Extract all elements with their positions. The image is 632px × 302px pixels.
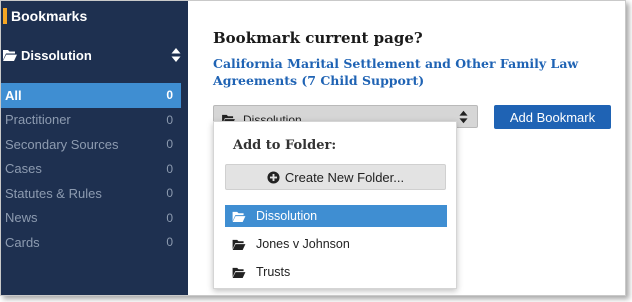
folder-open-icon xyxy=(232,267,246,278)
dropdown-title: Add to Folder: xyxy=(233,138,337,153)
sidebar-item-count: 0 xyxy=(166,235,173,250)
sidebar-item-count: 0 xyxy=(166,186,173,201)
create-new-folder-button[interactable]: Create New Folder... xyxy=(225,164,446,190)
folder-option-label: Trusts xyxy=(256,265,291,279)
sidebar-item-practitioner[interactable]: Practitioner 0 xyxy=(1,108,181,133)
folder-option-label: Dissolution xyxy=(256,209,318,223)
sidebar-item-statutes-rules[interactable]: Statutes & Rules 0 xyxy=(1,181,181,206)
dialog-heading: Bookmark current page? xyxy=(213,29,423,47)
sidebar-item-label: Secondary Sources xyxy=(5,136,119,152)
sidebar-item-label: Cases xyxy=(5,161,42,177)
bookmarks-sidebar: Bookmarks Dissolution All 0 Practitioner… xyxy=(1,1,188,295)
sidebar-item-count: 0 xyxy=(166,88,173,103)
current-page-title-link[interactable]: California Marital Settlement and Other … xyxy=(213,55,613,89)
folder-open-icon xyxy=(232,239,246,250)
sidebar-category-list: All 0 Practitioner 0 Secondary Sources 0… xyxy=(1,83,181,255)
bookmark-main-panel: Bookmark current page? California Marita… xyxy=(188,1,625,295)
sort-updown-icon xyxy=(171,48,181,62)
sidebar-item-label: Cards xyxy=(5,234,40,250)
sidebar-header: Bookmarks xyxy=(3,8,87,24)
sidebar-title: Bookmarks xyxy=(11,8,88,24)
create-new-folder-label: Create New Folder... xyxy=(284,169,405,185)
sort-updown-icon xyxy=(459,110,468,124)
folder-open-icon xyxy=(3,50,17,61)
plus-circle-icon xyxy=(267,170,280,184)
folder-option-trusts[interactable]: Trusts xyxy=(225,261,447,283)
bookmark-dialog: Bookmarks Dissolution All 0 Practitioner… xyxy=(0,0,626,296)
bookmark-marker-icon xyxy=(3,8,7,24)
sidebar-item-all[interactable]: All 0 xyxy=(1,83,181,108)
sidebar-item-secondary-sources[interactable]: Secondary Sources 0 xyxy=(1,132,181,157)
folder-open-icon xyxy=(232,211,246,222)
sidebar-item-cases[interactable]: Cases 0 xyxy=(1,157,181,182)
folder-switcher-label: Dissolution xyxy=(21,47,92,63)
sidebar-item-count: 0 xyxy=(166,210,173,225)
sidebar-item-label: News xyxy=(5,210,38,226)
sidebar-item-count: 0 xyxy=(166,161,173,176)
folder-switcher[interactable]: Dissolution xyxy=(3,45,181,65)
folder-option-jones-v-johnson[interactable]: Jones v Johnson xyxy=(225,233,447,255)
sidebar-item-label: All xyxy=(5,87,22,103)
sidebar-item-count: 0 xyxy=(166,137,173,152)
sidebar-item-news[interactable]: News 0 xyxy=(1,206,181,231)
sidebar-item-label: Statutes & Rules xyxy=(5,185,102,201)
sidebar-item-label: Practitioner xyxy=(5,112,71,128)
add-bookmark-button[interactable]: Add Bookmark xyxy=(494,105,611,129)
folder-dropdown-menu: Add to Folder: Create New Folder... Diss… xyxy=(213,121,457,289)
folder-option-dissolution[interactable]: Dissolution xyxy=(225,205,447,227)
sidebar-item-count: 0 xyxy=(166,112,173,127)
folder-option-label: Jones v Johnson xyxy=(256,237,350,251)
sidebar-item-cards[interactable]: Cards 0 xyxy=(1,230,181,255)
